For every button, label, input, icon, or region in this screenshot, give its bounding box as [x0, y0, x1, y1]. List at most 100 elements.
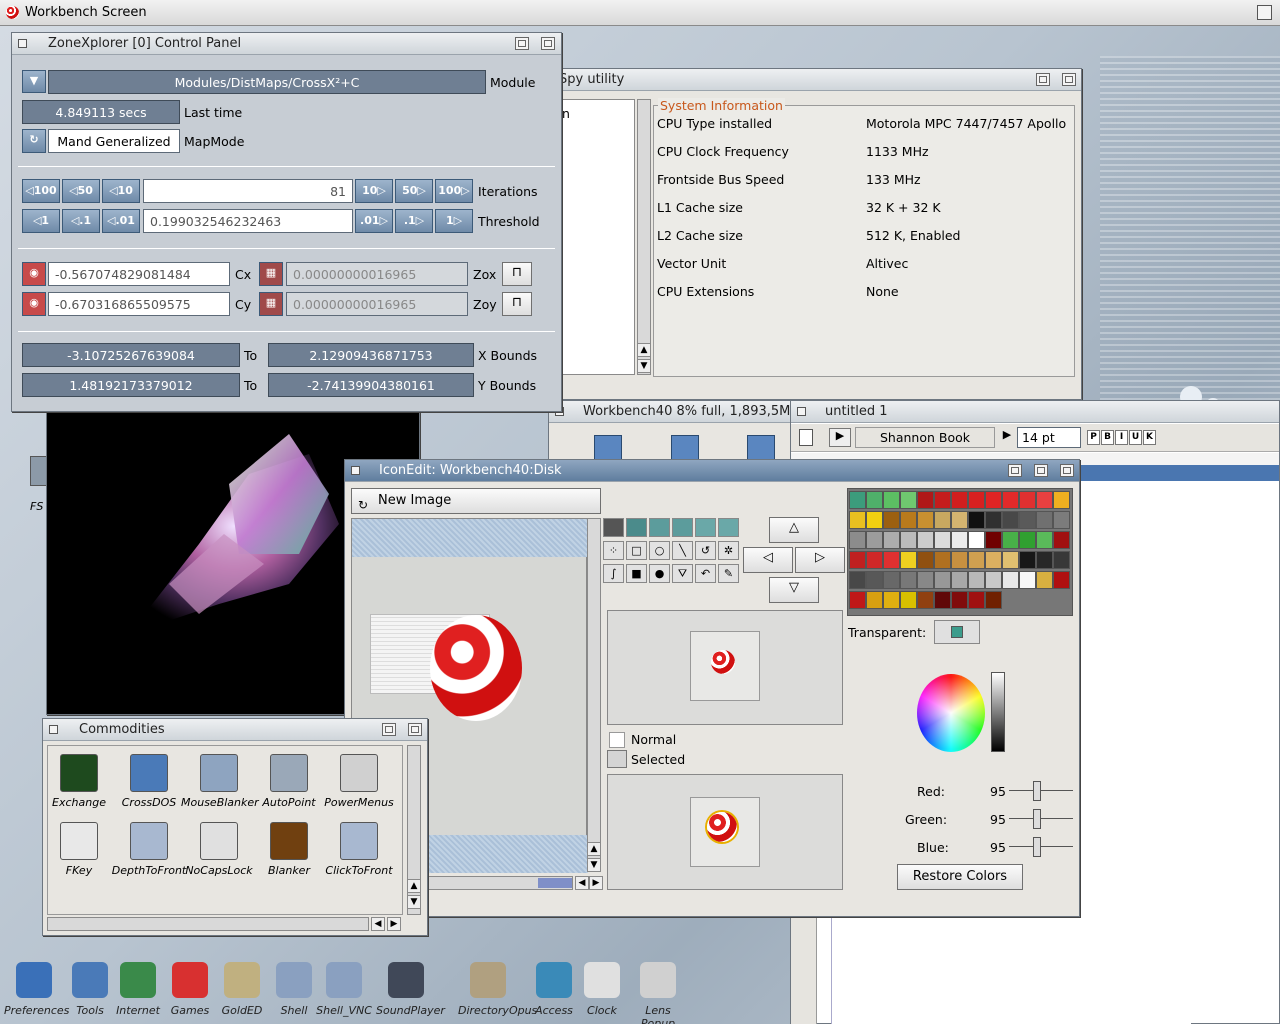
dots-tool-icon[interactable]: ⁘: [603, 541, 624, 560]
palette-swatch[interactable]: [900, 551, 917, 569]
text-style-button[interactable]: U: [1129, 430, 1142, 445]
module-popup-button[interactable]: ▼: [22, 70, 46, 93]
filled-circle-tool-icon[interactable]: ●: [649, 564, 670, 583]
iterations-increase-button[interactable]: 100▷: [435, 179, 473, 203]
spy-scroll-down-arrow[interactable]: ▼: [637, 359, 651, 373]
palette-swatch[interactable]: [866, 531, 883, 549]
undo-tool-icon[interactable]: ↶: [695, 564, 716, 583]
screen-depth-gadget[interactable]: [1257, 5, 1272, 20]
palette-swatch[interactable]: [900, 511, 917, 529]
spy-list-item[interactable]: n: [562, 106, 570, 121]
untitled-titlebar[interactable]: untitled 1: [791, 401, 1279, 423]
line-tool-icon[interactable]: ╲: [672, 541, 693, 560]
commodities-titlebar[interactable]: Commodities: [43, 719, 427, 741]
dock-directoryopus-item[interactable]: DirectoryOpus: [458, 962, 537, 1017]
canvas-scroll-down-arrow[interactable]: ▼: [587, 858, 601, 872]
x-bounds-max-field[interactable]: 2.12909436871753: [268, 343, 474, 367]
commodities-hscrollbar[interactable]: [47, 917, 369, 931]
transparent-color-button[interactable]: [934, 620, 980, 644]
font-size-field[interactable]: 14 pt: [1017, 427, 1081, 448]
threshold-decrease-button[interactable]: ◁.1: [62, 209, 100, 233]
palette-swatch[interactable]: [1036, 511, 1053, 529]
cx-field[interactable]: -0.567074829081484: [48, 262, 230, 286]
dock-soundplayer-item[interactable]: SoundPlayer: [376, 962, 445, 1017]
palette-swatch[interactable]: [900, 531, 917, 549]
palette-swatch[interactable]: [849, 571, 866, 589]
palette-swatch[interactable]: [917, 591, 934, 609]
palette-swatch[interactable]: [985, 591, 1002, 609]
palette-swatch[interactable]: [1053, 531, 1070, 549]
palette-swatch[interactable]: [1002, 511, 1019, 529]
blue-slider[interactable]: [1009, 837, 1073, 862]
move-down-button[interactable]: ▽: [769, 577, 819, 603]
palette-swatch[interactable]: [968, 531, 985, 549]
palette-swatch[interactable]: [968, 591, 985, 609]
palette-swatch[interactable]: [1053, 511, 1070, 529]
normal-radio[interactable]: [609, 732, 625, 748]
commodities-zoom-gadget[interactable]: [382, 723, 396, 736]
palette-swatch[interactable]: [1002, 551, 1019, 569]
iterations-increase-button[interactable]: 10▷: [355, 179, 393, 203]
palette-swatch[interactable]: [849, 531, 866, 549]
pattern-tool[interactable]: [626, 518, 647, 537]
threshold-increase-button[interactable]: 1▷: [435, 209, 473, 233]
palette-swatch[interactable]: [866, 491, 883, 509]
drive-icon[interactable]: [594, 435, 622, 461]
green-slider-knob[interactable]: [1033, 809, 1041, 829]
text-style-button[interactable]: K: [1143, 430, 1156, 445]
blue-slider-knob[interactable]: [1033, 837, 1041, 857]
iterations-decrease-button[interactable]: ◁50: [62, 179, 100, 203]
lasso-tool-icon[interactable]: ↺: [695, 541, 716, 560]
palette-swatch[interactable]: [849, 591, 866, 609]
commodities-scroll-left-arrow[interactable]: ◀: [371, 917, 385, 931]
palette-swatch[interactable]: [934, 571, 951, 589]
palette-swatch[interactable]: [1036, 551, 1053, 569]
palette-swatch[interactable]: [1002, 571, 1019, 589]
iterations-decrease-button[interactable]: ◁10: [102, 179, 140, 203]
color-wheel[interactable]: [917, 674, 985, 752]
fill-pattern-tool[interactable]: [603, 518, 624, 537]
workbench40-titlebar[interactable]: Workbench40 8% full, 1,893,5M: [549, 401, 807, 423]
palette-swatch[interactable]: [951, 531, 968, 549]
x-bounds-min-field[interactable]: -3.10725267639084: [22, 343, 240, 367]
palette-swatch[interactable]: [1002, 531, 1019, 549]
commodities-scroll-up-arrow[interactable]: ▲: [407, 879, 421, 893]
commodities-depth-gadget[interactable]: [408, 723, 422, 736]
drive-icon[interactable]: [671, 435, 699, 461]
palette-swatch[interactable]: [951, 591, 968, 609]
commodity-autopoint-item[interactable]: AutoPoint: [251, 754, 327, 809]
commodity-crossdos-item[interactable]: CrossDOS: [111, 754, 187, 809]
palette-swatch[interactable]: [968, 551, 985, 569]
hscroll-thumb[interactable]: [538, 878, 572, 888]
palette-swatch[interactable]: [985, 571, 1002, 589]
zoy-pick-button[interactable]: ▦: [259, 292, 283, 316]
palette-swatch[interactable]: [1019, 511, 1036, 529]
palette-swatch[interactable]: [883, 491, 900, 509]
palette-swatch[interactable]: [934, 531, 951, 549]
iterations-field[interactable]: 81: [143, 179, 353, 203]
palette-swatch[interactable]: [866, 591, 883, 609]
palette-swatch[interactable]: [1053, 491, 1070, 509]
dock-internet-item[interactable]: Internet: [108, 962, 168, 1017]
commodity-depthtofront-item[interactable]: DepthToFront: [111, 822, 187, 877]
pattern-tool[interactable]: [672, 518, 693, 537]
palette-swatch[interactable]: [900, 491, 917, 509]
drive-icon[interactable]: [747, 435, 775, 461]
red-slider-knob[interactable]: [1033, 781, 1041, 801]
canvas-scroll-up-arrow[interactable]: ▲: [587, 842, 601, 856]
commodities-scroll-right-arrow[interactable]: ▶: [387, 917, 401, 931]
commodity-blanker-item[interactable]: Blanker: [251, 822, 327, 877]
palette-swatch[interactable]: [917, 531, 934, 549]
boing-ball-icon[interactable]: [6, 6, 19, 19]
zonexplorer-titlebar[interactable]: ZoneXplorer [0] Control Panel: [12, 33, 561, 55]
palette-swatch[interactable]: [934, 491, 951, 509]
palette-swatch[interactable]: [985, 551, 1002, 569]
iconedit-titlebar[interactable]: IconEdit: Workbench40:Disk: [345, 460, 1079, 482]
threshold-field[interactable]: 0.199032546232463: [143, 209, 353, 233]
pattern-tool[interactable]: [695, 518, 716, 537]
palette-swatch[interactable]: [883, 571, 900, 589]
palette-swatch[interactable]: [951, 511, 968, 529]
dock-clock-item[interactable]: Clock: [572, 962, 632, 1017]
zox-lock-icon[interactable]: ⊓: [502, 262, 532, 286]
font-popup-button[interactable]: ▶: [829, 428, 851, 447]
